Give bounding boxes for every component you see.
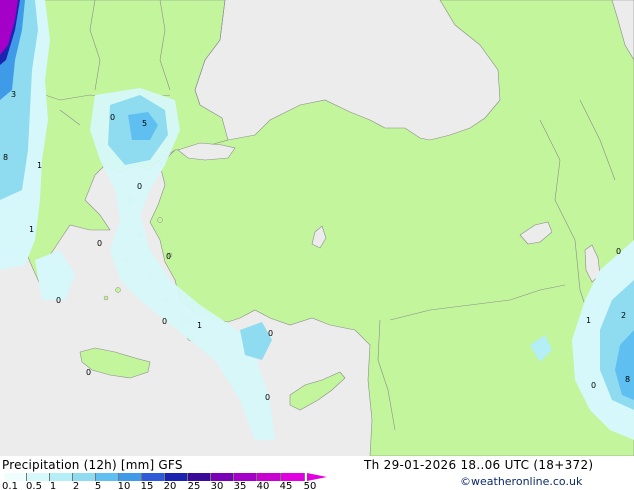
legend-tick-label: 45 bbox=[279, 481, 293, 490]
legend-tick-label: 1 bbox=[49, 481, 57, 490]
map-label: 0 bbox=[265, 393, 270, 402]
map-label: 3 bbox=[11, 90, 16, 99]
legend-swatch bbox=[27, 473, 50, 481]
map-label: 0 bbox=[162, 317, 167, 326]
map-label: 0 bbox=[56, 296, 61, 305]
product-title: Precipitation (12h) [mm] GFS bbox=[2, 458, 183, 472]
legend-swatch bbox=[281, 473, 305, 481]
map-label: 1 bbox=[37, 161, 42, 170]
map-label: 0 bbox=[268, 329, 273, 338]
legend-swatch bbox=[96, 473, 119, 481]
run-info: Th 29-01-2026 18..06 UTC (18+372) bbox=[364, 458, 594, 472]
legend-tick-label: 10 bbox=[117, 481, 131, 490]
legend-swatch bbox=[50, 473, 73, 481]
legend-tick-label: 35 bbox=[233, 481, 247, 490]
legend-tick-label: 50 bbox=[303, 481, 317, 490]
legend-tick-label: 0.5 bbox=[26, 481, 42, 490]
map-label: 0 bbox=[616, 247, 621, 256]
legend-tick-label: 25 bbox=[187, 481, 201, 490]
legend-swatch bbox=[119, 473, 142, 481]
legend-tick-label: 20 bbox=[163, 481, 177, 490]
map-label: 1 bbox=[29, 225, 34, 234]
precipitation-map: 3 8 1 1 0 5 0 0 0 0 0 1 0 0 0 0 1 2 8 0 bbox=[0, 0, 634, 456]
legend-tick-label: 15 bbox=[140, 481, 154, 490]
map-label: 0 bbox=[166, 252, 171, 261]
map-label: 8 bbox=[625, 375, 630, 384]
map-label: 0 bbox=[110, 113, 115, 122]
copyright-link[interactable]: ©weatheronline.co.uk bbox=[460, 476, 582, 487]
map-label: 0 bbox=[137, 182, 142, 191]
legend-swatch bbox=[188, 473, 211, 481]
map-label: 8 bbox=[3, 153, 8, 162]
map-footer: Precipitation (12h) [mm] GFS Th 29-01-20… bbox=[0, 456, 634, 490]
map-label: 1 bbox=[586, 316, 591, 325]
map-label: 1 bbox=[197, 321, 202, 330]
legend-swatch bbox=[211, 473, 234, 481]
legend-swatch bbox=[73, 473, 96, 481]
legend-swatch bbox=[5, 473, 27, 481]
legend-tick-label: 30 bbox=[210, 481, 224, 490]
map-label: 5 bbox=[142, 119, 147, 128]
legend-swatch bbox=[142, 473, 165, 481]
legend-swatch bbox=[234, 473, 257, 481]
legend-swatch bbox=[165, 473, 188, 481]
legend-tick-label: 40 bbox=[256, 481, 270, 490]
legend-tick-label: 2 bbox=[72, 481, 80, 490]
map-label: 0 bbox=[591, 381, 596, 390]
map-label: 2 bbox=[621, 311, 626, 320]
map-label: 0 bbox=[86, 368, 91, 377]
map-label: 0 bbox=[97, 239, 102, 248]
legend-swatch bbox=[257, 473, 281, 481]
legend-color-bar bbox=[5, 473, 305, 481]
weather-map: 3 8 1 1 0 5 0 0 0 0 0 1 0 0 0 0 1 2 8 0 … bbox=[0, 0, 634, 490]
legend-tick-label: 5 bbox=[94, 481, 102, 490]
legend-tick-label: 0.1 bbox=[2, 481, 18, 490]
legend-arrow-tip bbox=[307, 473, 327, 481]
